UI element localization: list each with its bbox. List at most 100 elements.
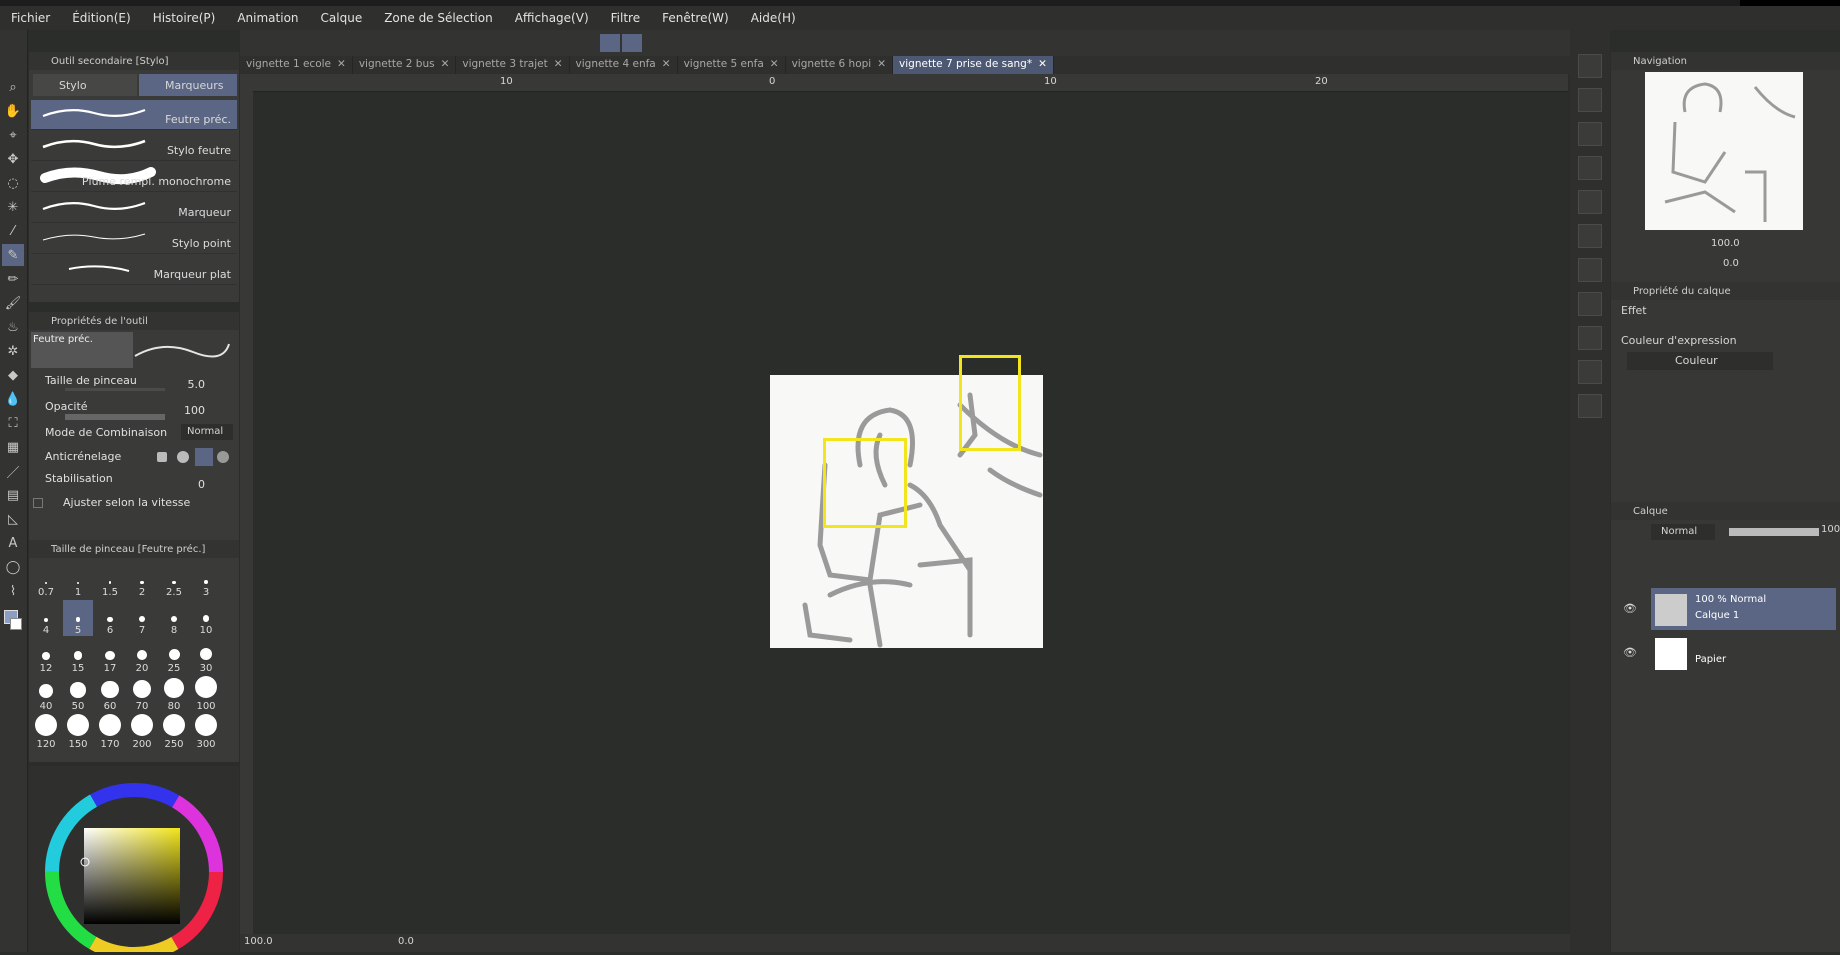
sub-color-swatch[interactable] — [10, 618, 22, 630]
brush-size-option[interactable]: 150 — [63, 714, 93, 750]
brush-size-option[interactable]: 40 — [31, 676, 61, 712]
brush-size-value[interactable]: 5.0 — [188, 378, 206, 391]
decoration-icon[interactable]: ✲ — [2, 340, 24, 362]
angle-value[interactable]: 0.0 — [398, 936, 414, 947]
sidebar-button[interactable] — [1578, 292, 1602, 316]
close-icon[interactable]: ✕ — [554, 58, 563, 72]
balloon-icon[interactable]: ◯ — [2, 556, 24, 578]
antialias-none-icon[interactable] — [157, 452, 167, 462]
brush-size-option[interactable]: 6 — [95, 600, 125, 636]
brush-size-option[interactable]: 80 — [159, 676, 189, 712]
brush-size-option[interactable]: 10 — [191, 600, 221, 636]
speed-checkbox[interactable] — [33, 498, 43, 508]
layer-blend-select[interactable]: Normal — [1651, 524, 1715, 540]
zoom-value[interactable]: 100.0 — [244, 936, 273, 947]
blend-mode-select[interactable]: Normal — [181, 424, 233, 440]
brush-size-option[interactable]: 8 — [159, 600, 189, 636]
navigator-zoom[interactable]: 100.0 — [1711, 238, 1740, 249]
brush-size-option[interactable]: 1.5 — [95, 562, 125, 598]
doc-tab[interactable]: vignette 6 hopi ✕ — [786, 56, 894, 74]
menu-view[interactable]: Affichage(V) — [504, 11, 600, 25]
move-icon[interactable]: ✥ — [2, 148, 24, 170]
frame-icon[interactable]: ▤ — [2, 484, 24, 506]
snap-special-icon[interactable] — [622, 34, 642, 52]
antialias-strong-icon[interactable] — [217, 451, 229, 463]
color-wheel[interactable] — [29, 766, 239, 955]
close-icon[interactable]: ✕ — [770, 58, 779, 72]
close-icon[interactable]: ✕ — [1038, 58, 1047, 72]
brush-size-option[interactable]: 5 — [63, 600, 93, 636]
menu-file[interactable]: Fichier — [0, 11, 61, 25]
opacity-slider[interactable] — [65, 414, 165, 420]
brush-size-option[interactable]: 4 — [31, 600, 61, 636]
fill-icon[interactable]: ⛶ — [2, 412, 24, 434]
doc-tab[interactable]: vignette 1 ecole ✕ — [240, 56, 353, 74]
figure-icon[interactable]: ／ — [2, 460, 24, 482]
brush-size-option[interactable]: 2.5 — [159, 562, 189, 598]
menu-help[interactable]: Aide(H) — [740, 11, 807, 25]
brush-size-option[interactable]: 25 — [159, 638, 189, 674]
correct-line-icon[interactable]: ⌇ — [2, 580, 24, 602]
navigator-angle[interactable]: 0.0 — [1723, 258, 1739, 269]
brush-item[interactable]: Stylo point — [31, 224, 237, 254]
operation-icon[interactable]: ⌖ — [2, 124, 24, 146]
pen-icon[interactable]: ✎ — [2, 244, 24, 266]
brush-item[interactable]: Marqueur — [31, 193, 237, 223]
sidebar-button[interactable] — [1578, 360, 1602, 384]
brush-size-option[interactable]: 200 — [127, 714, 157, 750]
brush-size-option[interactable]: 50 — [63, 676, 93, 712]
zoom-icon[interactable]: ⌕ — [2, 76, 24, 98]
magic-wand-icon[interactable]: ✳ — [2, 196, 24, 218]
hand-icon[interactable]: ✋ — [2, 100, 24, 122]
layer-opacity-slider[interactable] — [1729, 528, 1819, 536]
brush-size-option[interactable]: 100 — [191, 676, 221, 712]
doc-tab[interactable]: vignette 2 bus ✕ — [353, 56, 457, 74]
brush-size-option[interactable]: 60 — [95, 676, 125, 712]
menu-animation[interactable]: Animation — [226, 11, 309, 25]
sidebar-button[interactable] — [1578, 190, 1602, 214]
navigator-thumbnail[interactable] — [1645, 72, 1803, 230]
tab-marqueurs[interactable]: Marqueurs — [139, 74, 237, 96]
doc-tab[interactable]: vignette 5 enfa ✕ — [678, 56, 786, 74]
gradient-icon[interactable]: ▦ — [2, 436, 24, 458]
close-icon[interactable]: ✕ — [877, 58, 886, 72]
eraser-icon[interactable]: ◆ — [2, 364, 24, 386]
snap-ruler-icon[interactable] — [600, 34, 620, 52]
blend-icon[interactable]: 💧 — [2, 388, 24, 410]
doc-tab[interactable]: vignette 3 trajet ✕ — [456, 56, 570, 74]
brush-size-option[interactable]: 120 — [31, 714, 61, 750]
menu-window[interactable]: Fenêtre(W) — [651, 11, 740, 25]
brush-size-option[interactable]: 20 — [127, 638, 157, 674]
lasso-icon[interactable]: ◌ — [2, 172, 24, 194]
brush-item[interactable]: Feutre préc. — [31, 100, 237, 130]
pencil-icon[interactable]: ✏ — [2, 268, 24, 290]
sidebar-button[interactable] — [1578, 88, 1602, 112]
doc-tab[interactable]: vignette 4 enfa ✕ — [570, 56, 678, 74]
brush-item[interactable]: Plume rempl. monochrome — [31, 162, 237, 192]
eye-icon[interactable]: 👁 — [1623, 602, 1637, 615]
menu-filter[interactable]: Filtre — [600, 11, 651, 25]
brush-size-option[interactable]: 30 — [191, 638, 221, 674]
close-icon[interactable]: ✕ — [441, 58, 450, 72]
brush-icon[interactable]: 🖌 — [2, 292, 24, 314]
brush-size-option[interactable]: 300 — [191, 714, 221, 750]
sidebar-button[interactable] — [1578, 258, 1602, 282]
close-icon[interactable]: ✕ — [662, 58, 671, 72]
text-icon[interactable]: A — [2, 532, 24, 554]
eyedropper-icon[interactable]: ⁄ — [2, 220, 24, 242]
eye-icon[interactable]: 👁 — [1623, 646, 1637, 659]
opacity-value[interactable]: 100 — [184, 404, 205, 417]
antialias-weak-icon[interactable] — [177, 451, 189, 463]
brush-item[interactable]: Stylo feutre — [31, 131, 237, 161]
brush-size-option[interactable]: 12 — [31, 638, 61, 674]
layer-opacity-value[interactable]: 100 — [1821, 524, 1840, 535]
brush-size-option[interactable]: 17 — [95, 638, 125, 674]
brush-size-option[interactable]: 0.7 — [31, 562, 61, 598]
menu-edit[interactable]: Édition(E) — [61, 11, 141, 25]
brush-size-option[interactable]: 70 — [127, 676, 157, 712]
brush-size-option[interactable]: 15 — [63, 638, 93, 674]
sidebar-button[interactable] — [1578, 224, 1602, 248]
sidebar-button[interactable] — [1578, 394, 1602, 418]
brush-size-option[interactable]: 2 — [127, 562, 157, 598]
menu-history[interactable]: Histoire(P) — [142, 11, 227, 25]
